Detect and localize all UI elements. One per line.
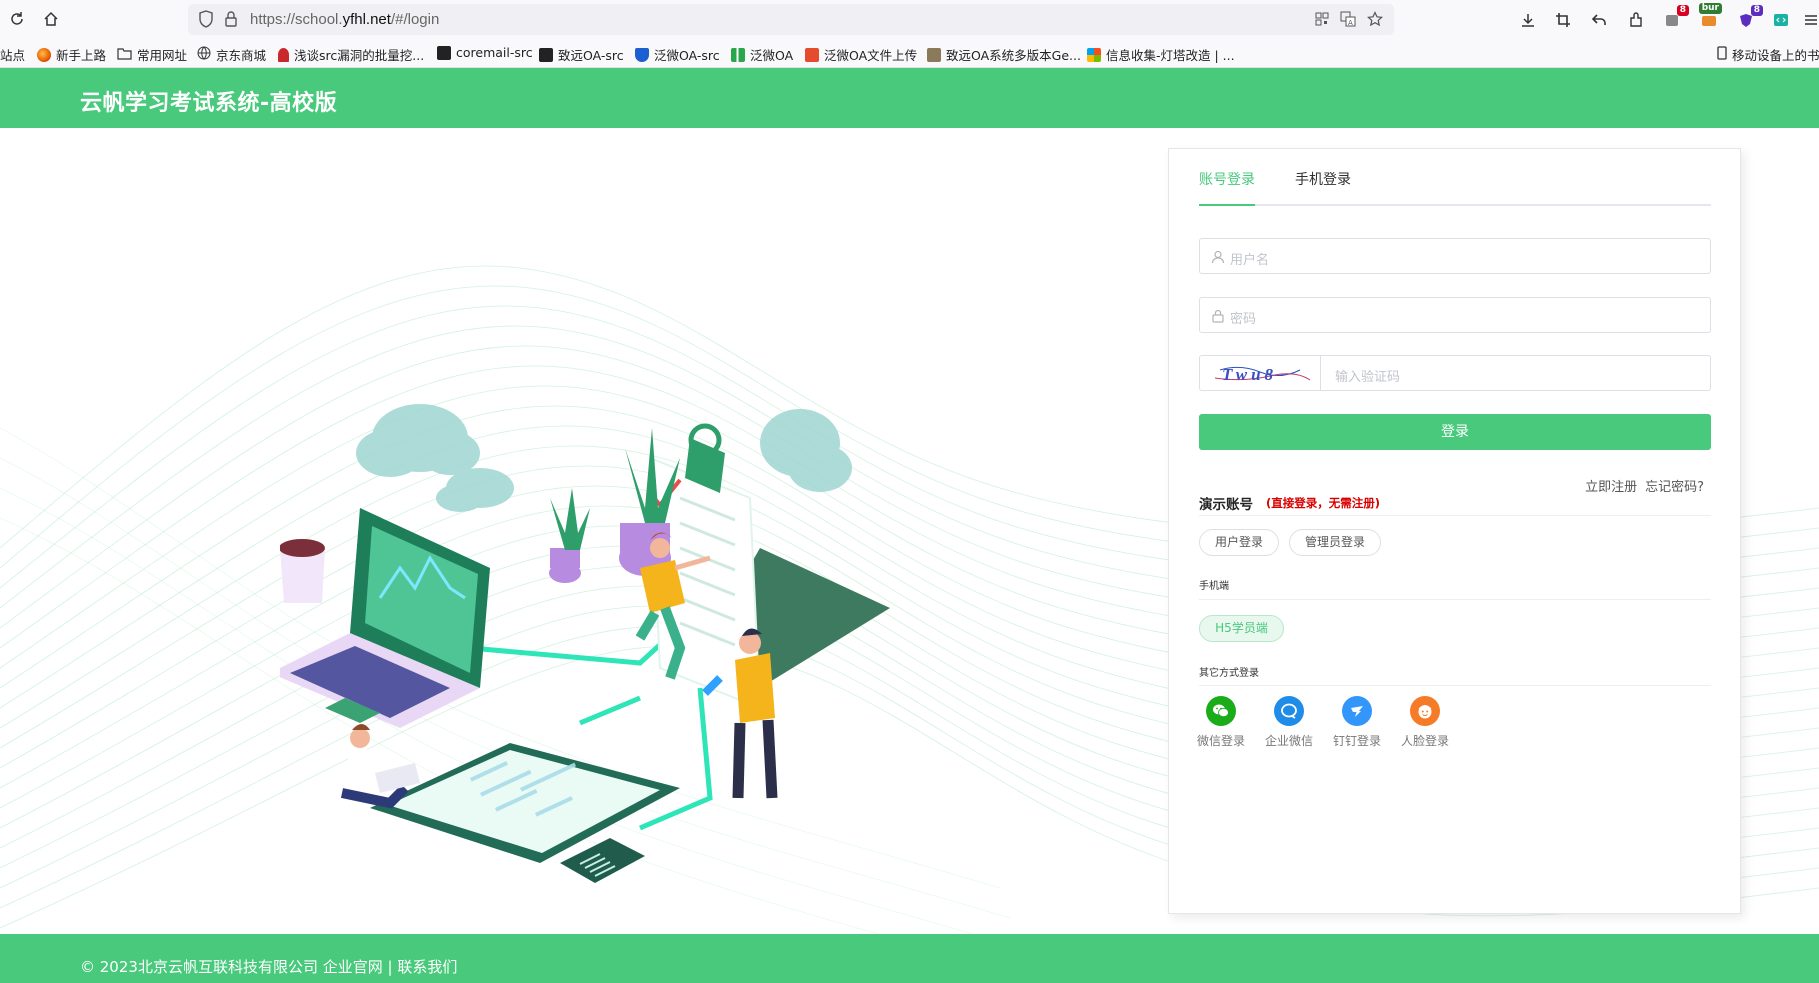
bookmark-item[interactable]: coremail-src (437, 45, 533, 60)
bookmark-item[interactable]: 致远OA系统多版本Ge... (927, 45, 1081, 64)
site-icon (1087, 47, 1101, 62)
face-login[interactable]: 人脸登录 (1399, 696, 1451, 749)
home-icon[interactable] (41, 9, 61, 29)
reload-icon[interactable] (7, 9, 27, 29)
main-area: 账号登录 手机登录 用户名 密码 Twu8 输入验证码 登录 立即注册 忘记密码… (0, 128, 1819, 934)
crop-icon[interactable] (1552, 9, 1574, 31)
captcha-row: Twu8 输入验证码 (1199, 355, 1711, 391)
translate-icon[interactable]: A (1339, 10, 1357, 28)
burp-extension-icon[interactable]: bur (1698, 3, 1722, 31)
password-placeholder: 密码 (1230, 312, 1257, 327)
footer-text: © 2023北京云帆互联科技有限公司 企业官网 | 联系我们 (80, 956, 457, 977)
demo-account-title: 演示账号 (1199, 497, 1253, 513)
captcha-placeholder: 输入验证码 (1335, 370, 1401, 385)
demo-account-note: (直接登录，无需注册) (1266, 496, 1381, 510)
extension-purple-icon[interactable]: 8 (1735, 5, 1763, 31)
app-header: 云帆学习考试系统-高校版 (0, 68, 1819, 128)
code-extension-icon[interactable] (1770, 9, 1792, 31)
contact-us-link[interactable]: 联系我们 (397, 958, 457, 976)
firefox-icon (37, 47, 51, 62)
other-login-title: 其它方式登录 (1199, 668, 1259, 679)
login-button[interactable]: 登录 (1199, 414, 1711, 450)
account-links: 立即注册 忘记密码? (1585, 476, 1704, 495)
copyright-text: © 2023北京云帆互联科技有限公司 (80, 958, 318, 976)
password-field[interactable]: 密码 (1199, 297, 1711, 333)
login-tabs: 账号登录 手机登录 (1199, 171, 1711, 206)
wework-login[interactable]: 企业微信 (1263, 696, 1315, 749)
active-tab-indicator (1199, 204, 1255, 206)
site-icon (731, 47, 745, 62)
register-link[interactable]: 立即注册 (1585, 476, 1637, 495)
divider (1199, 599, 1711, 600)
site-icon (805, 47, 819, 62)
browser-toolbar: https://school.yfhl.net/#/login A 8 bur … (0, 0, 1819, 38)
bookmark-item[interactable]: 京东商城 (197, 45, 266, 64)
site-icon (278, 47, 289, 62)
bookmark-item[interactable]: 浅谈src漏洞的批量挖... (278, 45, 424, 64)
mobile-bookmarks[interactable]: 移动设备上的书签 (1717, 45, 1819, 64)
bookmark-item[interactable]: 泛微OA (731, 45, 793, 64)
bookmark-folder[interactable]: 常用网址 (117, 45, 187, 64)
dingtalk-icon (1342, 696, 1372, 726)
lock-icon (1211, 308, 1225, 323)
captcha-image[interactable]: Twu8 (1200, 356, 1321, 390)
url-text: https://school.yfhl.net/#/login (250, 11, 440, 28)
face-login-label: 人脸登录 (1400, 734, 1449, 748)
qr-code-icon[interactable] (1313, 10, 1331, 28)
app-footer: © 2023北京云帆互联科技有限公司 企业官网 | 联系我们 (0, 934, 1819, 983)
bookmark-item[interactable]: 站点 (0, 45, 25, 64)
tab-account-login[interactable]: 账号登录 (1199, 171, 1255, 206)
wework-login-label: 企业微信 (1264, 734, 1313, 748)
tab-phone-login[interactable]: 手机登录 (1295, 171, 1351, 206)
folder-icon (117, 47, 132, 63)
site-icon (539, 47, 553, 62)
wechat-icon (1206, 696, 1236, 726)
svg-text:A: A (1348, 19, 1353, 27)
bookmark-item[interactable]: 信息收集-灯塔改造 | ... (1087, 45, 1235, 64)
wework-icon (1274, 696, 1304, 726)
download-icon[interactable] (1517, 9, 1539, 31)
login-card: 账号登录 手机登录 用户名 密码 Twu8 输入验证码 登录 立即注册 忘记密码… (1168, 148, 1741, 914)
bookmark-item[interactable]: 泛微OA文件上传 (805, 45, 917, 64)
dingtalk-login-label: 钉钉登录 (1332, 734, 1381, 748)
bookmark-star-icon[interactable] (1366, 10, 1384, 28)
shield-icon (635, 47, 649, 62)
wechat-login[interactable]: 微信登录 (1195, 696, 1247, 749)
captcha-text: Twu8 (1222, 365, 1277, 384)
bookmark-item[interactable]: 新手上路 (37, 45, 106, 64)
extension-a-icon[interactable]: 8 (1661, 5, 1689, 31)
username-field[interactable]: 用户名 (1199, 238, 1711, 274)
forgot-password-link[interactable]: 忘记密码? (1645, 476, 1704, 495)
demo-admin-login-button[interactable]: 管理员登录 (1289, 529, 1381, 556)
app-title: 云帆学习考试系统-高校版 (80, 91, 338, 116)
footer-separator: | (387, 958, 393, 976)
site-icon (927, 47, 941, 62)
extensions-icon[interactable] (1625, 9, 1647, 31)
divider (1199, 515, 1711, 516)
divider (1199, 685, 1711, 686)
bookmark-item[interactable]: 泛微OA-src (635, 45, 720, 64)
globe-icon (197, 46, 211, 63)
h5-student-button[interactable]: H5学员端 (1199, 615, 1284, 642)
site-icon (437, 45, 451, 60)
bookmark-item[interactable]: 致远OA-src (539, 45, 624, 64)
tracking-shield-icon[interactable] (198, 10, 214, 32)
bookmarks-bar: 站点 新手上路 常用网址 京东商城 浅谈src漏洞的批量挖... coremai… (0, 38, 1819, 68)
captcha-input[interactable]: 输入验证码 (1321, 356, 1710, 390)
lock-icon[interactable] (224, 10, 238, 32)
demo-user-login-button[interactable]: 用户登录 (1199, 529, 1279, 556)
mobile-section-title: 手机端 (1199, 581, 1229, 592)
username-placeholder: 用户名 (1230, 253, 1270, 268)
wechat-login-label: 微信登录 (1196, 734, 1245, 748)
address-bar[interactable]: https://school.yfhl.net/#/login A (188, 4, 1394, 35)
mobile-icon (1717, 46, 1727, 63)
face-icon (1410, 696, 1440, 726)
dingtalk-login[interactable]: 钉钉登录 (1331, 696, 1383, 749)
menu-icon[interactable] (1800, 9, 1819, 31)
company-site-link[interactable]: 企业官网 (323, 958, 383, 976)
undo-icon[interactable] (1588, 9, 1610, 31)
user-icon (1211, 249, 1225, 264)
hero-illustration (280, 404, 890, 883)
